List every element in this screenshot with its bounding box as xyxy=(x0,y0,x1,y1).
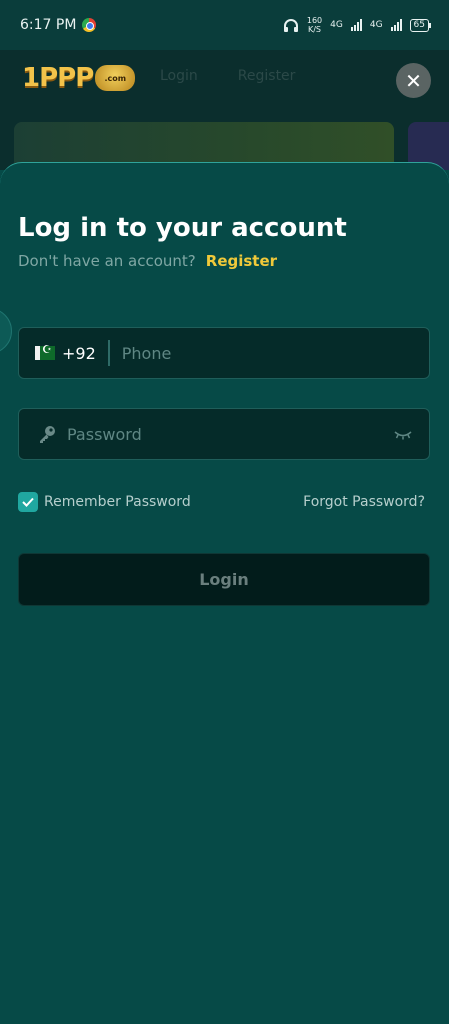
net-speed: 160 K/S xyxy=(307,16,322,34)
eye-closed-icon[interactable] xyxy=(393,427,413,441)
no-account-text: Don't have an account? xyxy=(18,252,196,270)
network-label-1: 4G xyxy=(330,20,343,30)
password-input[interactable] xyxy=(67,424,393,444)
net-speed-unit: K/S xyxy=(307,25,322,34)
remember-password[interactable]: Remember Password xyxy=(18,492,191,512)
key-icon xyxy=(40,426,55,443)
remember-checkbox[interactable] xyxy=(18,492,38,512)
status-right: 160 K/S 4G 4G 65 xyxy=(283,16,432,34)
password-field xyxy=(18,408,430,460)
forgot-password-link[interactable]: Forgot Password? xyxy=(303,494,425,510)
page-title: Log in to your account xyxy=(18,213,347,243)
brand-logo: 1PPP .com xyxy=(22,63,136,93)
phone-field: +92 xyxy=(18,327,430,379)
checkmark-icon xyxy=(22,497,34,507)
country-code[interactable]: +92 xyxy=(62,344,96,363)
background-tab-register: Register xyxy=(237,68,296,84)
status-left: 6:17 PM xyxy=(20,17,97,33)
signal-icon-2 xyxy=(390,19,402,31)
chrome-icon xyxy=(82,18,97,32)
status-bar: 6:17 PM 160 K/S 4G 4G 65 xyxy=(0,0,449,50)
clock: 6:17 PM xyxy=(20,17,77,33)
logo-badge: .com xyxy=(95,65,136,91)
pakistan-flag-icon[interactable] xyxy=(35,343,55,360)
register-link[interactable]: Register xyxy=(206,252,277,270)
close-button[interactable]: ✕ xyxy=(396,63,431,98)
login-button[interactable]: Login xyxy=(18,553,430,606)
background-tab-login: Login xyxy=(160,68,198,84)
signal-icon-1 xyxy=(350,19,362,31)
headphones-icon xyxy=(283,19,298,32)
remember-label: Remember Password xyxy=(44,494,191,510)
net-speed-value: 160 xyxy=(306,16,323,25)
field-divider xyxy=(107,340,110,366)
network-label-2: 4G xyxy=(369,20,383,30)
register-prompt: Don't have an account? Register xyxy=(18,252,277,270)
logo-text: 1PPP xyxy=(22,63,94,93)
close-icon: ✕ xyxy=(405,68,422,93)
phone-input[interactable] xyxy=(121,343,429,363)
background-tabs: Login Register xyxy=(160,68,295,84)
battery-indicator: 65 xyxy=(409,18,432,32)
